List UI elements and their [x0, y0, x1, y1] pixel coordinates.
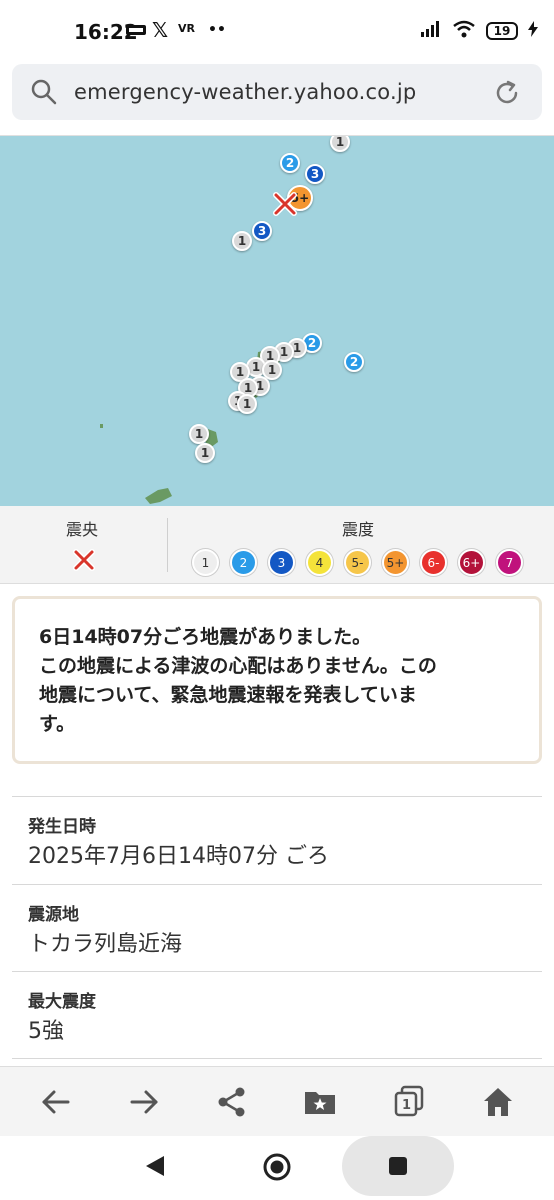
browser-toolbar: 1 [0, 1066, 554, 1136]
charging-icon [528, 21, 538, 41]
intensity-scale-item: 2 [230, 549, 257, 576]
intensity-scale-item: 1 [192, 549, 219, 576]
message-line: 地震について、緊急地震速報を発表していま [39, 684, 417, 706]
detail-label: 最大震度 [28, 992, 96, 1012]
intensity-marker[interactable]: 1 [195, 443, 215, 463]
intensity-scale-item: 5- [344, 549, 371, 576]
earthquake-map[interactable]: 1235+3121112111111111 [0, 136, 554, 506]
map-legend: 震央 震度 1 2 3 4 5- 5+ 6- 6+ 7 [0, 506, 554, 584]
earthquake-message-box: 6日14時07分ごろ地震がありました。 この地震による津波の心配はありません。こ… [12, 596, 542, 764]
epicenter-legend-icon [73, 549, 95, 571]
intensity-scale-item: 4 [306, 549, 333, 576]
message-text: 6日14時07分ごろ地震がありました。 この地震による津波の心配はありません。こ… [39, 623, 517, 739]
intensity-scale-item: 3 [268, 549, 295, 576]
url-text[interactable]: emergency-weather.yahoo.co.jp [74, 80, 416, 104]
intensity-marker[interactable]: 1 [237, 394, 257, 414]
intensity-scale: 1 2 3 4 5- 5+ 6- 6+ 7 [192, 549, 523, 576]
intensity-scale-item: 6- [420, 549, 447, 576]
nav-home-icon[interactable] [262, 1152, 292, 1182]
intensity-marker[interactable]: 2 [280, 153, 300, 173]
detail-row-max-intensity: 最大震度 5強 [12, 971, 542, 1059]
tabs-icon[interactable]: 1 [392, 1084, 428, 1120]
forward-arrow-icon[interactable] [126, 1084, 162, 1120]
intensity-scale-item: 6+ [458, 549, 485, 576]
detail-label: 震源地 [28, 905, 79, 925]
system-navigation-bar [0, 1136, 554, 1200]
legend-intensity-title: 震度 [342, 520, 375, 539]
more-dots-icon: •• [208, 22, 226, 38]
nav-back-icon[interactable] [144, 1154, 166, 1178]
share-icon[interactable] [214, 1084, 250, 1120]
intensity-marker[interactable]: 3 [305, 164, 325, 184]
signal-icon [420, 20, 442, 42]
detail-value: 2025年7月6日14時07分 ごろ [28, 844, 329, 869]
vr-icon: VR [178, 22, 195, 35]
battery-icon: 19 [486, 22, 518, 40]
intensity-marker[interactable]: 1 [189, 424, 209, 444]
wifi-icon [452, 20, 476, 42]
home-icon[interactable] [480, 1084, 516, 1120]
intensity-scale-item: 7 [496, 549, 523, 576]
smartnews-icon [126, 24, 146, 39]
detail-value: 5強 [28, 1019, 64, 1044]
intensity-marker[interactable]: 3 [252, 221, 272, 241]
message-line: す。 [39, 713, 76, 735]
search-icon [31, 79, 57, 105]
status-bar: 16:22 𝕏 VR •• 19 [0, 0, 554, 50]
browser-address-area: emergency-weather.yahoo.co.jp [0, 50, 554, 136]
back-arrow-icon[interactable] [38, 1084, 74, 1120]
intensity-marker[interactable]: 2 [344, 352, 364, 372]
detail-row-hypocenter: 震源地 トカラ列島近海 [12, 884, 542, 972]
epicenter-marker-icon[interactable] [272, 191, 298, 217]
message-line: 6日14時07分ごろ地震がありました。 [39, 626, 372, 648]
intensity-marker[interactable]: 1 [232, 231, 252, 251]
legend-divider [167, 518, 168, 572]
legend-epicenter-title: 震央 [66, 520, 99, 539]
tab-count: 1 [402, 1098, 412, 1113]
detail-label: 発生日時 [28, 817, 96, 837]
x-icon: 𝕏 [152, 18, 169, 42]
detail-row-occurred: 発生日時 2025年7月6日14時07分 ごろ [12, 796, 542, 884]
intensity-scale-item: 5+ [382, 549, 409, 576]
bookmark-folder-icon[interactable] [302, 1084, 338, 1120]
message-line: この地震による津波の心配はありません。この [39, 655, 437, 677]
reload-icon[interactable] [492, 78, 522, 108]
legend-epicenter: 震央 [0, 506, 168, 584]
address-bar[interactable]: emergency-weather.yahoo.co.jp [12, 64, 542, 120]
detail-value: トカラ列島近海 [28, 932, 183, 957]
nav-recents-icon[interactable] [388, 1156, 408, 1176]
